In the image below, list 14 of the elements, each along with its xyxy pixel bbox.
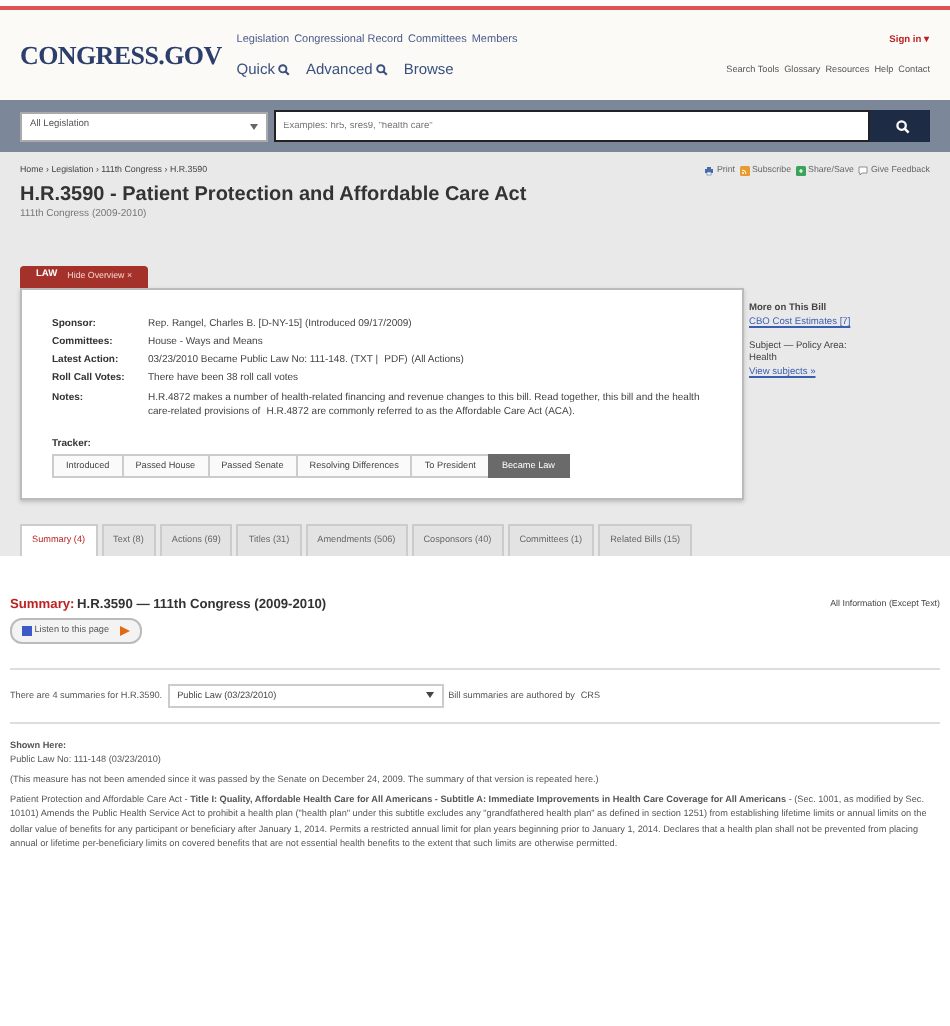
- caret-icon: [425, 692, 434, 699]
- play-icon: [119, 626, 130, 637]
- speaker-icon: [22, 626, 32, 637]
- search-icon: [278, 63, 291, 76]
- printer-icon: [704, 165, 715, 176]
- rss-icon: [739, 165, 750, 176]
- share-icon: [796, 165, 807, 176]
- site-logo[interactable]: CONGRESS.GOV: [20, 38, 222, 76]
- caret-icon: [250, 123, 258, 129]
- search-icon: [895, 119, 909, 133]
- search-button[interactable]: [870, 110, 930, 142]
- search-icon: [376, 63, 389, 76]
- speech-bubble-icon: [858, 165, 869, 176]
- bill-title: H.R.3590 - Patient Protection and Affordable Care Act: [20, 184, 529, 208]
